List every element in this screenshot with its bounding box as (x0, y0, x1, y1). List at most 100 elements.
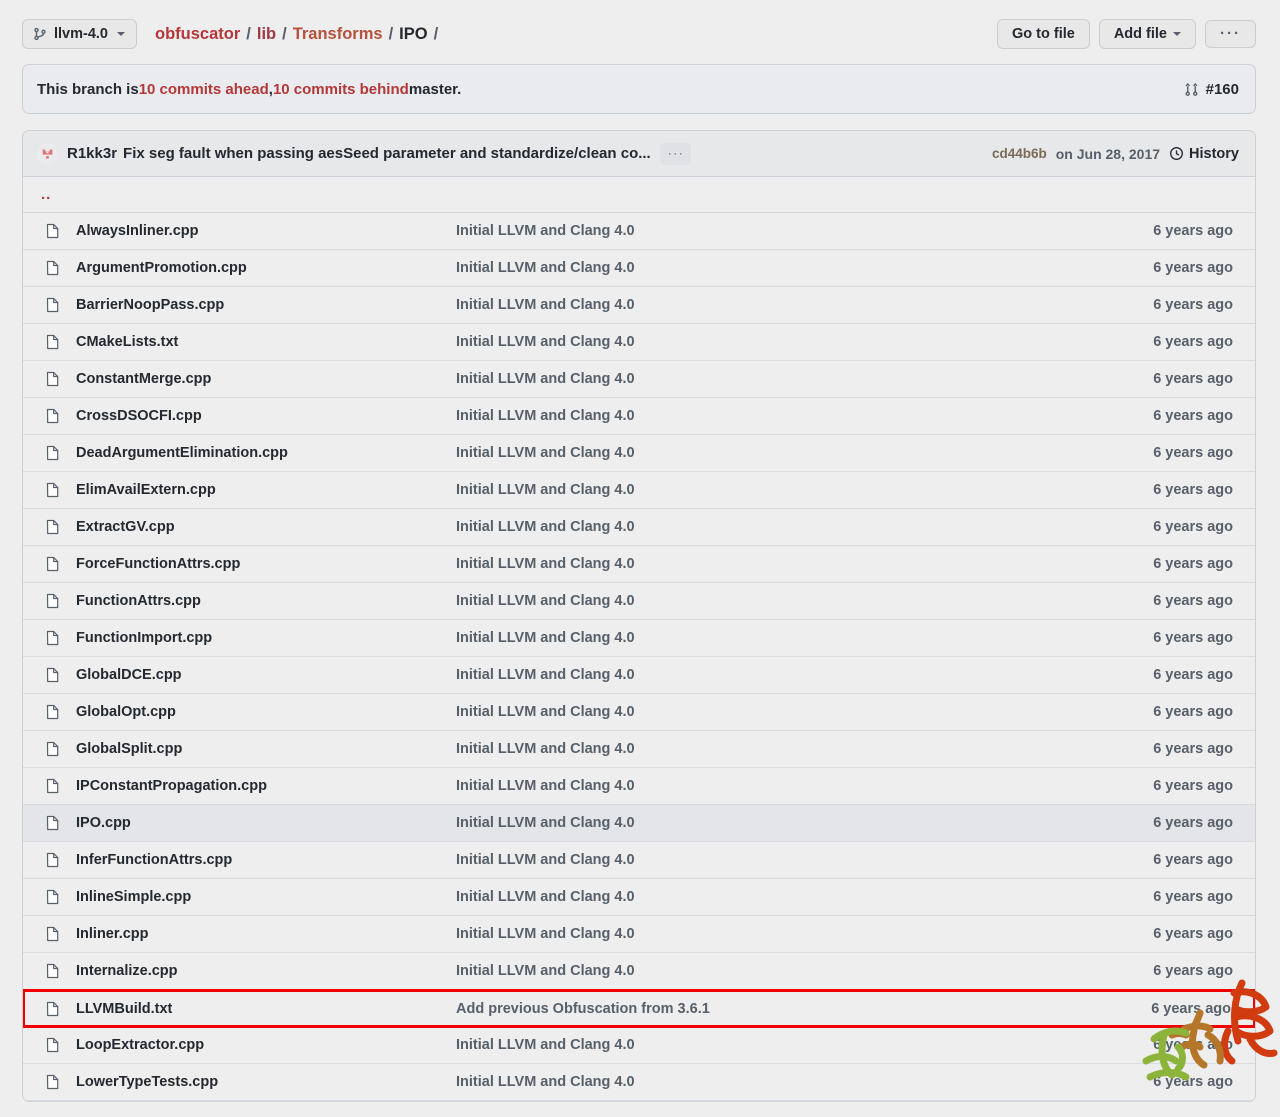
table-row[interactable]: IPO.cpp Initial LLVM and Clang 4.0 6 years… (23, 805, 1255, 842)
parent-directory-link[interactable]: .. (41, 186, 51, 203)
file-name-link[interactable]: ExtractGV.cpp (76, 519, 456, 535)
file-commit-message-link[interactable]: Initial LLVM and Clang 4.0 (456, 741, 1095, 757)
file-name-link[interactable]: CMakeLists.txt (76, 334, 456, 350)
table-row[interactable]: CrossDSOCFI.cpp Initial LLVM and Clang 4.… (23, 398, 1255, 435)
breadcrumb-item-repo[interactable]: obfuscator (155, 25, 240, 44)
file-icon (45, 741, 61, 757)
file-icon (46, 593, 59, 609)
file-commit-message-link[interactable]: Initial LLVM and Clang 4.0 (456, 223, 1095, 239)
table-row[interactable]: InferFunctionAttrs.cpp Initial LLVM and C… (23, 842, 1255, 879)
chevron-down-icon (1173, 32, 1181, 36)
file-icon (45, 778, 61, 794)
more-options-button[interactable]: ··· (1205, 20, 1256, 48)
file-name-link[interactable]: CrossDSOCFI.cpp (76, 408, 456, 424)
table-row[interactable]: FunctionImport.cpp Initial LLVM and Clang… (23, 620, 1255, 657)
file-icon (46, 667, 59, 683)
file-commit-message-link[interactable]: Add previous Obfuscation from 3.6.1 (456, 1001, 1093, 1017)
branch-status-banner: This branch is 10 commits ahead , 10 com… (22, 64, 1256, 114)
file-name-link[interactable]: IPConstantPropagation.cpp (76, 778, 456, 794)
expand-commit-message-button[interactable]: ··· (659, 142, 692, 165)
file-name-link[interactable]: FunctionImport.cpp (76, 630, 456, 646)
add-file-button[interactable]: Add file (1098, 19, 1196, 49)
file-name-link[interactable]: LowerTypeTests.cpp (76, 1074, 456, 1090)
table-row[interactable]: CMakeLists.txt Initial LLVM and Clang 4.0… (23, 324, 1255, 361)
file-name-link[interactable]: LLVMBuild.txt (76, 1001, 456, 1017)
file-name-link[interactable]: InferFunctionAttrs.cpp (76, 852, 456, 868)
file-name-link[interactable]: Inliner.cpp (76, 926, 456, 942)
table-row[interactable]: IPConstantPropagation.cpp Initial LLVM an… (23, 768, 1255, 805)
commits-ahead-link[interactable]: 10 commits ahead (139, 81, 269, 98)
file-commit-message-link[interactable]: Initial LLVM and Clang 4.0 (456, 926, 1095, 942)
file-name-link[interactable]: GlobalSplit.cpp (76, 741, 456, 757)
table-row[interactable]: FunctionAttrs.cpp Initial LLVM and Clang … (23, 583, 1255, 620)
file-commit-message-link[interactable]: Initial LLVM and Clang 4.0 (456, 297, 1095, 313)
commit-message-link[interactable]: Fix seg fault when passing aesSeed param… (123, 145, 651, 162)
file-name-link[interactable]: ConstantMerge.cpp (76, 371, 456, 387)
file-commit-message-link[interactable]: Initial LLVM and Clang 4.0 (456, 482, 1095, 498)
table-row[interactable]: ExtractGV.cpp Initial LLVM and Clang 4.0 6… (23, 509, 1255, 546)
table-row[interactable]: LowerTypeTests.cpp Initial LLVM and Clang… (23, 1064, 1255, 1101)
table-row[interactable]: InlineSimple.cpp Initial LLVM and Clang 4… (23, 879, 1255, 916)
table-row[interactable]: Inliner.cpp Initial LLVM and Clang 4.0 6 y… (23, 916, 1255, 953)
file-commit-message-link[interactable]: Initial LLVM and Clang 4.0 (456, 556, 1095, 572)
table-row[interactable]: LoopExtractor.cpp Initial LLVM and Clang … (23, 1027, 1255, 1064)
file-icon (46, 1001, 59, 1016)
table-row[interactable]: LLVMBuild.txt Add previous Obfuscation fr… (23, 989, 1255, 1028)
file-name-link[interactable]: ElimAvailExtern.cpp (76, 482, 456, 498)
file-icon (46, 778, 59, 794)
commits-behind-link[interactable]: 10 commits behind (273, 81, 409, 98)
file-name-link[interactable]: Internalize.cpp (76, 963, 456, 979)
file-name-link[interactable]: AlwaysInliner.cpp (76, 223, 456, 239)
branch-selector-button[interactable]: llvm-4.0 (22, 19, 137, 49)
file-commit-message-link[interactable]: Initial LLVM and Clang 4.0 (456, 778, 1095, 794)
table-row[interactable]: GlobalDCE.cpp Initial LLVM and Clang 4.0 6… (23, 657, 1255, 694)
file-name-link[interactable]: ForceFunctionAttrs.cpp (76, 556, 456, 572)
table-row[interactable]: ForceFunctionAttrs.cpp Initial LLVM and C… (23, 546, 1255, 583)
file-commit-message-link[interactable]: Initial LLVM and Clang 4.0 (456, 593, 1095, 609)
table-row[interactable]: ConstantMerge.cpp Initial LLVM and Clang … (23, 361, 1255, 398)
file-commit-message-link[interactable]: Initial LLVM and Clang 4.0 (456, 371, 1095, 387)
table-row[interactable]: Internalize.cpp Initial LLVM and Clang 4.… (23, 953, 1255, 990)
file-name-link[interactable]: IPO.cpp (76, 815, 456, 831)
file-name-link[interactable]: FunctionAttrs.cpp (76, 593, 456, 609)
file-commit-message-link[interactable]: Initial LLVM and Clang 4.0 (456, 260, 1095, 276)
file-icon (46, 556, 59, 572)
go-to-file-button[interactable]: Go to file (996, 19, 1090, 49)
parent-directory-row[interactable]: .. (23, 177, 1255, 213)
table-row[interactable]: DeadArgumentElimination.cpp Initial LLVM … (23, 435, 1255, 472)
file-commit-time: 6 years ago (1153, 630, 1233, 646)
file-name-link[interactable]: InlineSimple.cpp (76, 889, 456, 905)
file-commit-time: 6 years ago (1153, 704, 1233, 720)
file-commit-message-link[interactable]: Initial LLVM and Clang 4.0 (456, 519, 1095, 535)
file-commit-message-link[interactable]: Initial LLVM and Clang 4.0 (456, 630, 1095, 646)
table-row[interactable]: BarrierNoopPass.cpp Initial LLVM and Clan… (23, 287, 1255, 324)
table-row[interactable]: ElimAvailExtern.cpp Initial LLVM and Clan… (23, 472, 1255, 509)
file-commit-message-link[interactable]: Initial LLVM and Clang 4.0 (456, 667, 1095, 683)
breadcrumb-item-lib[interactable]: lib (257, 25, 276, 44)
file-name-link[interactable]: GlobalDCE.cpp (76, 667, 456, 683)
pull-request-indicator[interactable]: #160 (1184, 81, 1239, 98)
file-commit-message-link[interactable]: Initial LLVM and Clang 4.0 (456, 1037, 1095, 1053)
table-row[interactable]: ArgumentPromotion.cpp Initial LLVM and Cl… (23, 250, 1255, 287)
history-link[interactable]: History (1169, 146, 1239, 162)
file-commit-message-link[interactable]: Initial LLVM and Clang 4.0 (456, 815, 1095, 831)
file-commit-message-link[interactable]: Initial LLVM and Clang 4.0 (456, 852, 1095, 868)
file-commit-message-link[interactable]: Initial LLVM and Clang 4.0 (456, 889, 1095, 905)
file-commit-message-link[interactable]: Initial LLVM and Clang 4.0 (456, 408, 1095, 424)
breadcrumb-item-transforms[interactable]: Transforms (293, 25, 383, 44)
file-name-link[interactable]: DeadArgumentElimination.cpp (76, 445, 456, 461)
table-row[interactable]: GlobalSplit.cpp Initial LLVM and Clang 4.… (23, 731, 1255, 768)
commit-author-link[interactable]: R1kk3r (67, 145, 117, 162)
file-name-link[interactable]: LoopExtractor.cpp (76, 1037, 456, 1053)
commit-sha-link[interactable]: cd44b6b (992, 146, 1047, 161)
file-commit-message-link[interactable]: Initial LLVM and Clang 4.0 (456, 1074, 1095, 1090)
file-name-link[interactable]: GlobalOpt.cpp (76, 704, 456, 720)
table-row[interactable]: AlwaysInliner.cpp Initial LLVM and Clang … (23, 213, 1255, 250)
table-row[interactable]: GlobalOpt.cpp Initial LLVM and Clang 4.0 6… (23, 694, 1255, 731)
file-commit-message-link[interactable]: Initial LLVM and Clang 4.0 (456, 334, 1095, 350)
file-commit-message-link[interactable]: Initial LLVM and Clang 4.0 (456, 704, 1095, 720)
file-commit-message-link[interactable]: Initial LLVM and Clang 4.0 (456, 445, 1095, 461)
file-commit-message-link[interactable]: Initial LLVM and Clang 4.0 (456, 963, 1095, 979)
file-name-link[interactable]: ArgumentPromotion.cpp (76, 260, 456, 276)
file-name-link[interactable]: BarrierNoopPass.cpp (76, 297, 456, 313)
